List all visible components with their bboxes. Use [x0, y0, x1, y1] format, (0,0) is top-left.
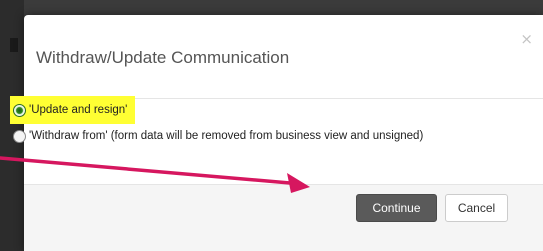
continue-button[interactable]: Continue — [356, 194, 437, 222]
background-fragment — [10, 38, 18, 52]
radio-withdraw-from[interactable] — [13, 129, 26, 143]
background-page — [0, 0, 24, 251]
cancel-button[interactable]: Cancel — [445, 194, 508, 222]
radio-update-and-resign[interactable] — [13, 103, 26, 117]
dialog-header: Withdraw/Update Communication × — [24, 15, 543, 99]
close-icon[interactable]: × — [520, 32, 533, 47]
option-update-and-resign[interactable]: 'Update and resign' — [10, 96, 136, 124]
option-withdraw-from[interactable]: 'Withdraw from' (form data will be remov… — [13, 128, 423, 144]
option-update-and-resign-label: 'Update and resign' — [29, 104, 128, 116]
dialog-title: Withdraw/Update Communication — [36, 48, 290, 67]
option-withdraw-from-label: 'Withdraw from' (form data will be remov… — [29, 130, 424, 142]
